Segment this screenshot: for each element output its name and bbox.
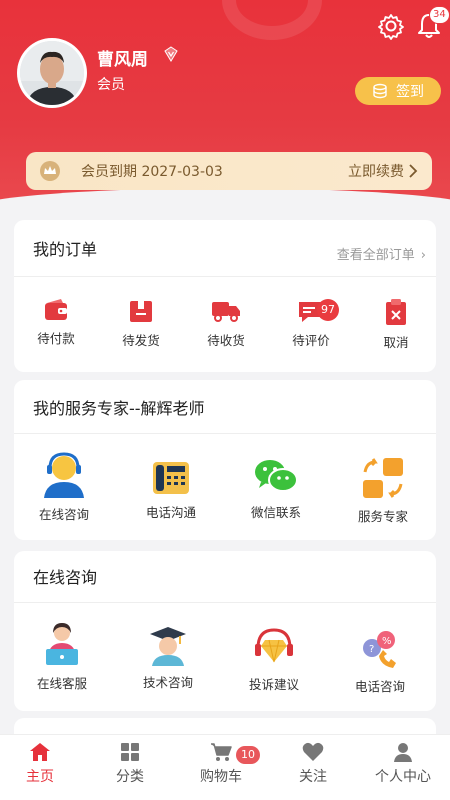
notification-badge: 34 [429,6,450,24]
consult-customer-service[interactable]: 在线客服 [22,621,102,692]
cart-icon [211,743,232,761]
signin-label: 签到 [396,84,424,100]
order-label: 取消 [383,335,409,350]
package-icon [130,301,152,322]
consult-complaint[interactable]: 投诉建议 [234,624,314,693]
view-all-orders-label: 查看全部订单 [336,248,415,263]
order-pending-receipt[interactable]: 待收货 [186,298,266,349]
order-label: 待收货 [207,333,245,348]
service-label: 服务专家 [357,509,408,524]
avatar[interactable] [17,38,87,108]
service-label: 微信联系 [250,505,301,520]
card-divider [14,276,436,277]
vip-badge-icon [164,46,178,62]
heart-icon [302,742,324,761]
online-consult-title: 在线咨询 [33,568,98,587]
order-pending-review[interactable]: 待评价 [271,298,351,349]
consult-label: 技术咨询 [142,675,193,690]
person-icon [394,743,412,762]
exchange-icon [363,458,403,498]
service-wechat[interactable]: 微信联系 [236,456,316,521]
tab-label: 个人中心 [375,769,431,785]
chevron-right-icon: › [420,248,426,263]
truck-icon [212,302,240,322]
diamond-headset-icon [255,628,293,663]
service-expert-title: 我的服务专家--解辉老师 [33,399,205,418]
wechat-icon [255,460,298,492]
consult-label: 在线客服 [36,676,87,691]
order-pending-payment[interactable]: 待付款 [16,298,96,347]
avatar-photo [20,41,84,105]
user-level: 会员 [97,77,125,93]
headset-agent-icon [44,452,84,498]
order-label: 待付款 [37,331,75,346]
tab-profile[interactable]: 个人中心 [358,742,448,786]
gear-icon[interactable] [377,12,405,40]
service-label: 电话沟通 [145,505,196,520]
consult-phone[interactable]: % ? 电话咨询 [340,628,420,695]
graduate-icon [150,627,186,666]
user-name: 曹风周 [97,50,148,70]
consult-technical[interactable]: 技术咨询 [128,624,208,691]
desk-phone-icon [153,462,189,494]
renew-button[interactable]: 立即续费 [348,161,404,181]
svg-text:%: % [382,636,392,647]
tab-label: 关注 [299,769,327,785]
order-label: 待发货 [122,333,160,348]
tab-follow[interactable]: 关注 [268,742,358,786]
header-wave [0,188,450,210]
membership-bar[interactable]: 会员到期 2027-03-03 立即续费 [26,152,432,190]
tab-label: 主页 [26,769,54,785]
view-all-orders-link[interactable]: 查看全部订单 › [337,244,426,263]
card-divider [14,433,436,434]
order-cancelled[interactable]: 取消 [356,298,436,351]
cancel-clipboard-icon [386,299,406,325]
svg-text:?: ? [369,644,374,655]
next-card-partial [14,718,436,734]
chevron-right-icon [409,164,418,178]
wallet-icon [45,299,67,320]
membership-expiry: 会员到期 2027-03-03 [81,164,223,180]
header-decoration [222,0,322,40]
service-expert[interactable]: 服务专家 [343,456,423,525]
review-count-badge: 97 [317,299,339,321]
crown-icon [40,161,60,181]
service-online-consult[interactable]: 在线咨询 [24,450,104,523]
tab-label: 购物车 [200,769,242,785]
consult-label: 电话咨询 [354,679,405,694]
card-divider [14,602,436,603]
consult-label: 投诉建议 [248,677,299,692]
orders-title: 我的订单 [33,240,98,259]
tab-label: 分类 [116,769,144,785]
order-label: 待评价 [292,333,330,348]
home-icon [30,743,50,761]
service-label: 在线咨询 [38,507,89,522]
order-pending-shipment[interactable]: 待发货 [101,298,181,349]
customer-service-icon [46,623,78,665]
coins-icon [373,83,387,99]
tab-home[interactable]: 主页 [0,742,85,786]
cart-count-badge: 10 [236,746,260,764]
signin-button[interactable]: 签到 [355,77,441,105]
service-phone-call[interactable]: 电话沟通 [131,456,211,521]
grid-icon [121,743,139,761]
phone-percent-icon: % ? [363,631,396,668]
tab-category[interactable]: 分类 [85,742,175,786]
